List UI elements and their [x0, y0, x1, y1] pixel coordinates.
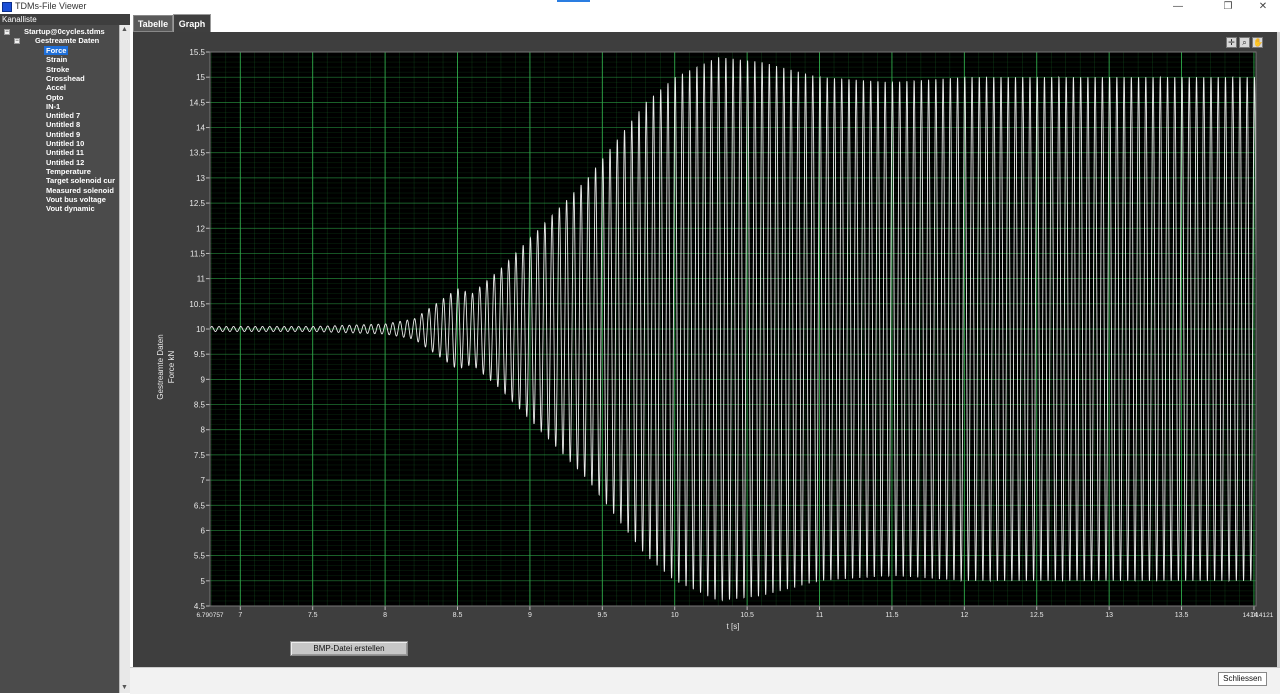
- crosshair-icon[interactable]: ✛: [1226, 37, 1237, 48]
- y-tick-label: 6: [201, 526, 206, 535]
- y-tick-label: 8.5: [194, 401, 206, 410]
- y-tick-label: 8: [201, 426, 206, 435]
- y-tick-label: 7: [201, 476, 206, 485]
- y-tick-label: 14: [196, 124, 205, 133]
- y-tick-label: 9: [201, 375, 206, 384]
- y-tick-label: 14.5: [189, 98, 205, 107]
- pan-hand-icon[interactable]: ✋: [1252, 37, 1263, 48]
- x-tick-label-end: 14.014121: [1243, 612, 1274, 619]
- y-tick-label: 15: [196, 73, 205, 82]
- x-tick-label: 11.5: [885, 612, 898, 619]
- y-tick-label: 11: [197, 275, 206, 284]
- x-tick-label: 13.5: [1175, 612, 1189, 619]
- y-axis-unit-label: Force kN: [167, 351, 176, 384]
- y-tick-label: 5.5: [194, 552, 206, 561]
- x-tick-label: 7.5: [308, 612, 318, 619]
- y-tick-label: 12.5: [189, 199, 205, 208]
- y-tick-label: 10.5: [189, 300, 205, 309]
- y-tick-label: 4.5: [194, 602, 206, 611]
- status-bar: [130, 667, 1280, 694]
- x-tick-label-start: 6.790757: [196, 612, 223, 619]
- x-tick-label: 13: [1105, 612, 1113, 619]
- x-tick-label: 11: [816, 612, 823, 619]
- y-tick-label: 13.5: [189, 149, 205, 158]
- schliessen-button[interactable]: Schliessen: [1218, 672, 1267, 686]
- x-tick-label: 12: [960, 612, 968, 619]
- y-tick-label: 15.5: [189, 48, 205, 57]
- create-bmp-button[interactable]: BMP-Datei erstellen: [290, 641, 408, 656]
- y-tick-label: 7.5: [194, 451, 206, 460]
- x-axis-label: t [s]: [727, 622, 740, 631]
- force-chart: 7 7.5 8 8.5 9 9.5 10 10.5 11 11.5 12 12.5 13 13.5 14 6.…: [156, 48, 1274, 631]
- plot-toolbar: ✛ ⌕ ✋: [1226, 37, 1268, 48]
- y-tick-label: 13: [196, 174, 205, 183]
- x-tick-label: 8: [383, 612, 387, 619]
- zoom-icon[interactable]: ⌕: [1239, 37, 1250, 48]
- x-tick-label: 7: [238, 612, 242, 619]
- y-axis-label: Gestreamte Daten: [156, 334, 165, 399]
- y-tick-label: 11.5: [190, 249, 206, 258]
- y-tick-label: 5: [201, 577, 206, 586]
- x-tick-label: 9.5: [597, 612, 607, 619]
- y-tick-label: 6.5: [194, 501, 206, 510]
- x-tick-label: 10.5: [740, 612, 754, 619]
- x-tick-label: 8.5: [453, 612, 463, 619]
- y-tick-label: 10: [196, 325, 205, 334]
- x-tick-label: 12.5: [1030, 612, 1044, 619]
- y-tick-label: 12: [196, 224, 205, 233]
- y-tick-label: 9.5: [194, 350, 206, 359]
- x-tick-label: 9: [528, 612, 532, 619]
- x-tick-label: 10: [671, 612, 679, 619]
